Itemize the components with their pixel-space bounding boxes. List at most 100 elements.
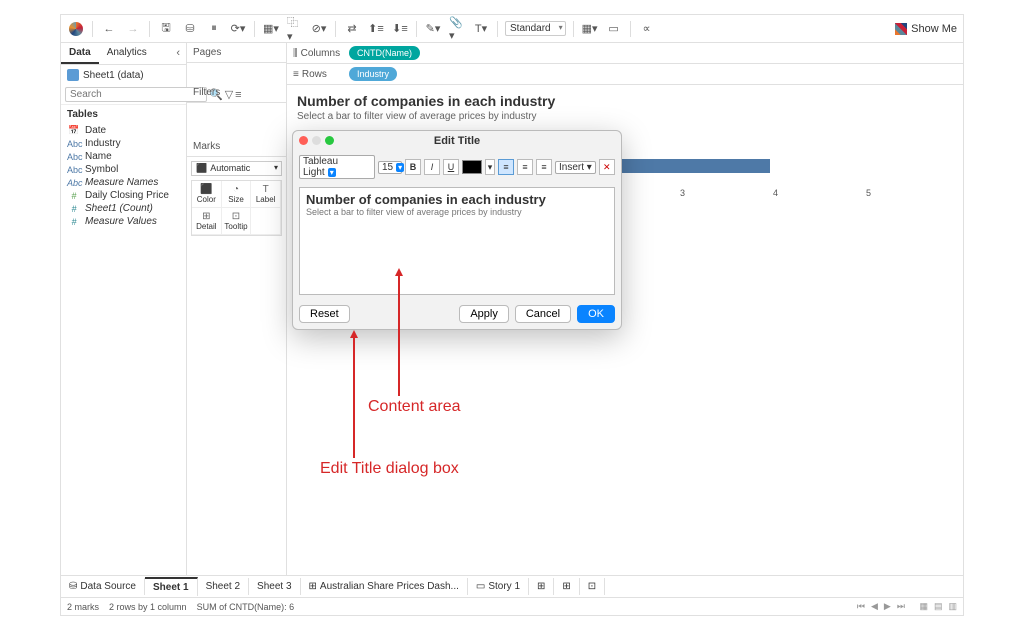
nav-first-icon[interactable]: ⏮ — [857, 601, 865, 612]
field-item[interactable]: AbcName — [61, 150, 186, 163]
subtitle-text[interactable]: Select a bar to filter view of average p… — [306, 207, 608, 217]
close-icon[interactable] — [299, 136, 308, 145]
columns-shelf[interactable]: ⫼Columns CNTD(Name) — [287, 43, 963, 64]
align-center-button[interactable]: ≡ — [517, 159, 533, 175]
share-icon[interactable]: ∝ — [638, 20, 656, 38]
rows-icon: ≡ — [293, 69, 299, 80]
totals-icon[interactable]: T▾ — [472, 20, 490, 38]
field-type-icon: Abc — [67, 165, 81, 175]
sort-desc-icon[interactable]: ⬇≡ — [391, 20, 409, 38]
new-worksheet-icon[interactable]: ▦▾ — [262, 20, 280, 38]
view-tabs-icon[interactable]: ▦ — [919, 601, 928, 612]
nav-next-icon[interactable]: ▶ — [884, 601, 891, 612]
new-dashboard-tab[interactable]: ⊞ — [554, 578, 579, 595]
filters-shelf[interactable]: Filters — [187, 83, 286, 103]
font-color-dropdown-icon[interactable]: ▾ — [485, 159, 495, 175]
forward-icon[interactable]: → — [124, 20, 142, 38]
view-filmstrip-icon[interactable]: ▤ — [934, 601, 943, 612]
underline-button[interactable]: U — [443, 159, 459, 175]
align-right-button[interactable]: ≡ — [536, 159, 552, 175]
pause-icon[interactable]: ⏸ — [205, 20, 223, 38]
annotation-label-content: Content area — [368, 398, 461, 416]
refresh-icon[interactable]: ⟳▾ — [229, 20, 247, 38]
bold-button[interactable]: B — [405, 159, 421, 175]
datasource-item[interactable]: Sheet1 (data) — [61, 65, 186, 85]
font-color-picker[interactable] — [462, 160, 482, 174]
field-type-icon: # — [67, 191, 81, 201]
swap-icon[interactable]: ⇄ — [343, 20, 361, 38]
sheet-tab-2[interactable]: Sheet 2 — [198, 578, 249, 595]
sort-asc-icon[interactable]: ⬆≡ — [367, 20, 385, 38]
marks-size-button[interactable]: ◔Size — [222, 181, 252, 208]
title-text[interactable]: Number of companies in each industry — [306, 192, 608, 207]
show-me-button[interactable]: Show Me — [895, 23, 957, 35]
rows-pill[interactable]: Industry — [349, 67, 397, 81]
align-left-button[interactable]: ≡ — [498, 159, 514, 175]
story-tab[interactable]: ▭Story 1 — [468, 578, 529, 595]
marks-label-button[interactable]: TLabel — [251, 181, 281, 208]
field-item[interactable]: 📅Date — [61, 124, 186, 137]
dialog-title: Edit Title — [434, 135, 480, 147]
insert-dropdown[interactable]: Insert ▾ — [555, 161, 596, 174]
mark-type-dropdown[interactable]: ⬛Automatic — [191, 161, 282, 176]
field-item[interactable]: #Measure Values — [61, 215, 186, 228]
new-datasource-icon[interactable]: ⛁ — [181, 20, 199, 38]
field-item[interactable]: # Daily Closing Price — [61, 189, 186, 202]
annotation-arrow — [353, 338, 355, 458]
show-cards-icon[interactable]: ▦▾ — [581, 20, 599, 38]
field-item[interactable]: AbcMeasure Names — [61, 176, 186, 189]
search-input[interactable] — [65, 87, 207, 102]
dashboard-tab[interactable]: ⊞Australian Share Prices Dash... — [301, 578, 468, 595]
marks-detail-button[interactable]: ⊞Detail — [192, 208, 222, 235]
minimize-icon[interactable] — [312, 136, 321, 145]
marks-color-button[interactable]: ⬛Color — [192, 181, 222, 208]
field-type-icon: 📅 — [67, 125, 81, 136]
tableau-logo-icon[interactable] — [67, 20, 85, 38]
clear-format-button[interactable]: ✕ — [599, 159, 615, 175]
tab-analytics[interactable]: Analytics — [99, 43, 155, 64]
italic-button[interactable]: I — [424, 159, 440, 175]
new-worksheet-tab[interactable]: ⊞ — [529, 578, 554, 595]
field-item[interactable]: AbcIndustry — [61, 137, 186, 150]
marks-tooltip-button[interactable]: ⊡Tooltip — [222, 208, 252, 235]
clear-icon[interactable]: ⊘▾ — [310, 20, 328, 38]
title-content-area[interactable]: Number of companies in each industry Sel… — [299, 187, 615, 295]
maximize-icon[interactable] — [325, 136, 334, 145]
fit-mode-dropdown[interactable]: Standard — [505, 21, 566, 36]
reset-button[interactable]: Reset — [299, 305, 350, 323]
field-type-icon: Abc — [67, 178, 81, 188]
rows-shelf[interactable]: ≡Rows Industry — [287, 64, 963, 85]
nav-last-icon[interactable]: ⏭ — [897, 601, 905, 612]
ok-button[interactable]: OK — [577, 305, 615, 323]
font-size-dropdown[interactable]: 15 — [378, 161, 402, 174]
font-family-dropdown[interactable]: Tableau Light — [299, 155, 375, 179]
collapse-pane-icon[interactable]: ‹ — [170, 43, 186, 64]
view-sorter-icon[interactable]: ▥ — [948, 601, 957, 612]
field-label: Daily Closing Price — [85, 190, 169, 201]
sheet-tab-1[interactable]: Sheet 1 — [145, 577, 198, 596]
group-icon[interactable]: 📎▾ — [448, 20, 466, 38]
viz-subtitle: Select a bar to filter view of average p… — [287, 111, 963, 128]
pages-shelf[interactable]: Pages — [187, 43, 286, 63]
apply-button[interactable]: Apply — [459, 305, 509, 323]
cancel-button[interactable]: Cancel — [515, 305, 571, 323]
back-icon[interactable]: ← — [100, 20, 118, 38]
dashboard-icon: ⊞ — [309, 581, 317, 592]
tab-data-source[interactable]: ⛁Data Source — [61, 578, 145, 595]
nav-prev-icon[interactable]: ◀ — [871, 601, 878, 612]
highlight-icon[interactable]: ✎▾ — [424, 20, 442, 38]
columns-pill[interactable]: CNTD(Name) — [349, 46, 420, 60]
duplicate-icon[interactable]: ⿻▾ — [286, 20, 304, 38]
marks-cell-icon: ⬛ — [200, 184, 212, 195]
dialog-titlebar[interactable]: Edit Title — [293, 131, 621, 151]
top-toolbar: ← → 🖫 ⛁ ⏸ ⟳▾ ▦▾ ⿻▾ ⊘▾ ⇄ ⬆≡ ⬇≡ ✎▾ 📎▾ T▾ S… — [61, 15, 963, 43]
presentation-icon[interactable]: ▭ — [605, 20, 623, 38]
sheet-tab-3[interactable]: Sheet 3 — [249, 578, 300, 595]
tab-data[interactable]: Data — [61, 43, 99, 64]
new-story-tab[interactable]: ⊡ — [580, 578, 605, 595]
field-type-icon: # — [67, 217, 81, 227]
viz-title[interactable]: Number of companies in each industry — [287, 85, 963, 111]
field-item[interactable]: #Sheet1 (Count) — [61, 202, 186, 215]
save-icon[interactable]: 🖫 — [157, 20, 175, 38]
field-item[interactable]: AbcSymbol — [61, 163, 186, 176]
